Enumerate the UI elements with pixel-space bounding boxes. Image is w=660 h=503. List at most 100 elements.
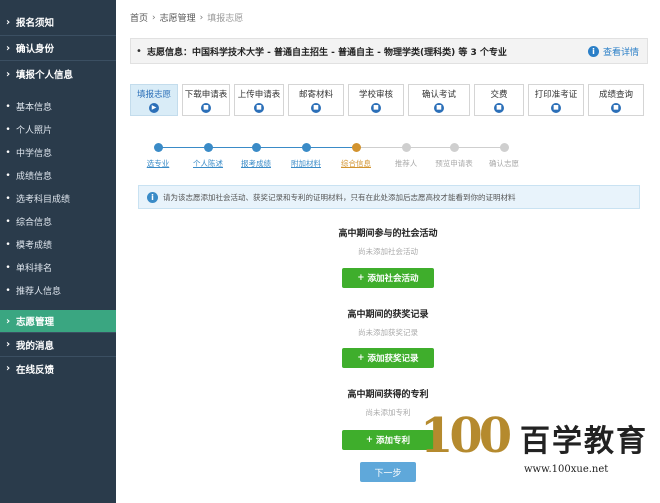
sidebar-subitem-grades[interactable]: • 成绩信息 (0, 164, 116, 187)
sidebar-subitem-rank[interactable]: • 单科排名 (0, 256, 116, 279)
stop-icon: ■ (311, 102, 321, 113)
stop-icon: ■ (611, 102, 621, 113)
tab-5[interactable]: 确认考试 ■ (408, 84, 470, 116)
sidebar-subitem-school[interactable]: • 中学信息 (0, 141, 116, 164)
tab-3[interactable]: 邮寄材料 ■ (288, 84, 344, 116)
section-title-patents: 高中期间获得的专利 (347, 390, 429, 400)
tab-label: 成绩查询 (598, 89, 633, 100)
sidebar-subitem-label: 综合信息 (16, 218, 53, 228)
sidebar-subitem-photo[interactable]: • 个人照片 (0, 118, 116, 141)
sidebar-item-label: 我的消息 (16, 340, 55, 352)
sidebar-subitem-basic-info[interactable]: • 基本信息 (0, 95, 116, 118)
tab-6[interactable]: 交费 ■ (474, 84, 524, 116)
breadcrumb-current: 填报志愿 (207, 14, 244, 24)
next-step-button[interactable]: 下一步 (360, 462, 416, 482)
chevron-down-icon: › (5, 68, 11, 80)
step-label[interactable]: 综合信息 (341, 158, 371, 169)
add-award-button[interactable]: + 添加获奖记录 (342, 348, 434, 368)
tab-label: 邮寄材料 (298, 89, 333, 100)
tab-7[interactable]: 打印准考证 ■ (528, 84, 584, 116)
notice-box: i 请为该志愿添加社会活动、获奖记录和专利的证明材料，只有在此处添加后志愿高校才… (138, 185, 640, 209)
tab-8[interactable]: 成绩查询 ■ (588, 84, 644, 116)
section-empty-awards: 尚未添加获奖记录 (358, 328, 418, 337)
sidebar-subitem-referee[interactable]: • 推荐人信息 (0, 279, 116, 302)
process-tabs: 填报志愿 ▶ 下载申请表 ■ 上传申请表 ■ 邮寄材料 ■ 学校审核 ■ 确认考试 ■ 交费 ■ 打印准考证… (130, 84, 648, 116)
sidebar-subitem-label: 个人照片 (16, 126, 53, 136)
step-label: 确认志愿 (489, 159, 519, 168)
application-info-text: 志愿信息：中国科学技术大学 - 普通自主招生 - 普通自主 - 物理学类(理科类… (147, 47, 507, 58)
sidebar-subitem-mock-exam[interactable]: • 模考成绩 (0, 233, 116, 256)
sidebar-subitem-label: 中学信息 (16, 149, 53, 159)
tab-2[interactable]: 上传申请表 ■ (234, 84, 284, 116)
section-empty-activities: 尚未添加社会活动 (358, 247, 418, 256)
chevron-right-icon: › (199, 12, 204, 23)
sidebar-subitem-comprehensive[interactable]: • 综合信息 (0, 210, 116, 233)
view-details-link[interactable]: i 查看详情 (587, 45, 639, 58)
sidebar-item-label: 在线反馈 (16, 364, 55, 376)
tab-label: 上传申请表 (237, 89, 281, 100)
bullet-icon: • (5, 124, 11, 135)
tab-label: 确认考试 (421, 89, 456, 100)
bullet-icon: • (5, 262, 11, 273)
bullet-icon: • (5, 147, 11, 158)
stop-icon: ■ (254, 102, 264, 113)
add-award-label: 添加获奖记录 (367, 354, 419, 364)
tab-0[interactable]: 填报志愿 ▶ (130, 84, 178, 116)
sidebar-item-confirm-identity[interactable]: › 确认身份 (0, 36, 116, 60)
step-dot (500, 143, 509, 152)
step-label[interactable]: 报考成绩 (241, 158, 271, 169)
stop-icon: ■ (494, 102, 504, 113)
step-label[interactable]: 选专业 (147, 158, 170, 169)
application-info-bar: • 志愿信息：中国科学技术大学 - 普通自主招生 - 普通自主 - 物理学类(理… (130, 38, 648, 64)
sidebar-item-messages[interactable]: › 我的消息 (0, 333, 116, 356)
bullet-icon: • (136, 45, 142, 57)
sidebar: › 报名须知 › 确认身份 › 填报个人信息 • 基本信息 • 个人照片 • 中… (0, 0, 116, 503)
step-label: 预览申请表 (435, 159, 473, 168)
watermark-name: 百学教育 (520, 424, 648, 459)
step-label[interactable]: 附加材料 (291, 158, 321, 169)
add-patent-label: 添加专利 (376, 436, 411, 446)
section-title-activities: 高中期间参与的社会活动 (338, 229, 438, 239)
sidebar-subitem-label: 基本信息 (16, 103, 53, 113)
step-label[interactable]: 个人陈述 (193, 158, 223, 169)
stop-icon: ■ (434, 102, 444, 113)
sidebar-item-label: 填报个人信息 (16, 70, 74, 81)
sidebar-subitem-label: 推荐人信息 (16, 287, 62, 297)
tab-1[interactable]: 下载申请表 ■ (182, 84, 230, 116)
step-dot (154, 143, 163, 152)
stop-icon: ■ (371, 102, 381, 113)
sidebar-item-notice[interactable]: › 报名须知 (0, 9, 116, 35)
sidebar-item-label: 志愿管理 (16, 317, 55, 328)
step-dot (450, 143, 459, 152)
info-icon: i (587, 46, 599, 57)
add-activity-button[interactable]: + 添加社会活动 (342, 268, 434, 288)
sidebar-subitem-label: 单科排名 (16, 264, 53, 274)
step-connector (306, 147, 356, 148)
bullet-icon: • (5, 193, 11, 204)
breadcrumb-section[interactable]: 志愿管理 (160, 11, 196, 24)
sidebar-subitem-label: 模考成绩 (16, 241, 53, 251)
section-title-awards: 高中期间的获奖记录 (347, 310, 429, 320)
sidebar-item-feedback[interactable]: › 在线反馈 (0, 357, 116, 380)
sidebar-item-label: 确认身份 (16, 44, 55, 55)
chevron-right-icon: › (5, 363, 11, 374)
step-connector (158, 147, 208, 148)
step-connector (208, 147, 256, 148)
tab-label: 下载申请表 (184, 89, 228, 100)
step-label: 推荐人 (394, 159, 418, 168)
watermark-logo: 100 百学教育 www.100xue.net (420, 408, 650, 488)
sidebar-item-personal-info[interactable]: › 填报个人信息 (0, 61, 116, 87)
progress-stepper: 选专业 个人陈述 报考成绩 附加材料 综合信息 推荐人 预览申请表 确认志愿 (130, 138, 648, 174)
sidebar-subitem-elective-grades[interactable]: • 选考科目成绩 (0, 187, 116, 210)
tab-label: 学校审核 (358, 89, 393, 100)
sidebar-subitem-label: 选考科目成绩 (16, 195, 71, 205)
tab-4[interactable]: 学校审核 ■ (348, 84, 404, 116)
bullet-icon: • (5, 101, 11, 112)
sidebar-item-application-mgmt[interactable]: › 志愿管理 (0, 310, 116, 332)
plus-icon: + (357, 273, 365, 283)
breadcrumb-home[interactable]: 首页 (130, 11, 148, 24)
tab-label: 打印准考证 (534, 89, 578, 100)
step-dot (204, 143, 213, 152)
